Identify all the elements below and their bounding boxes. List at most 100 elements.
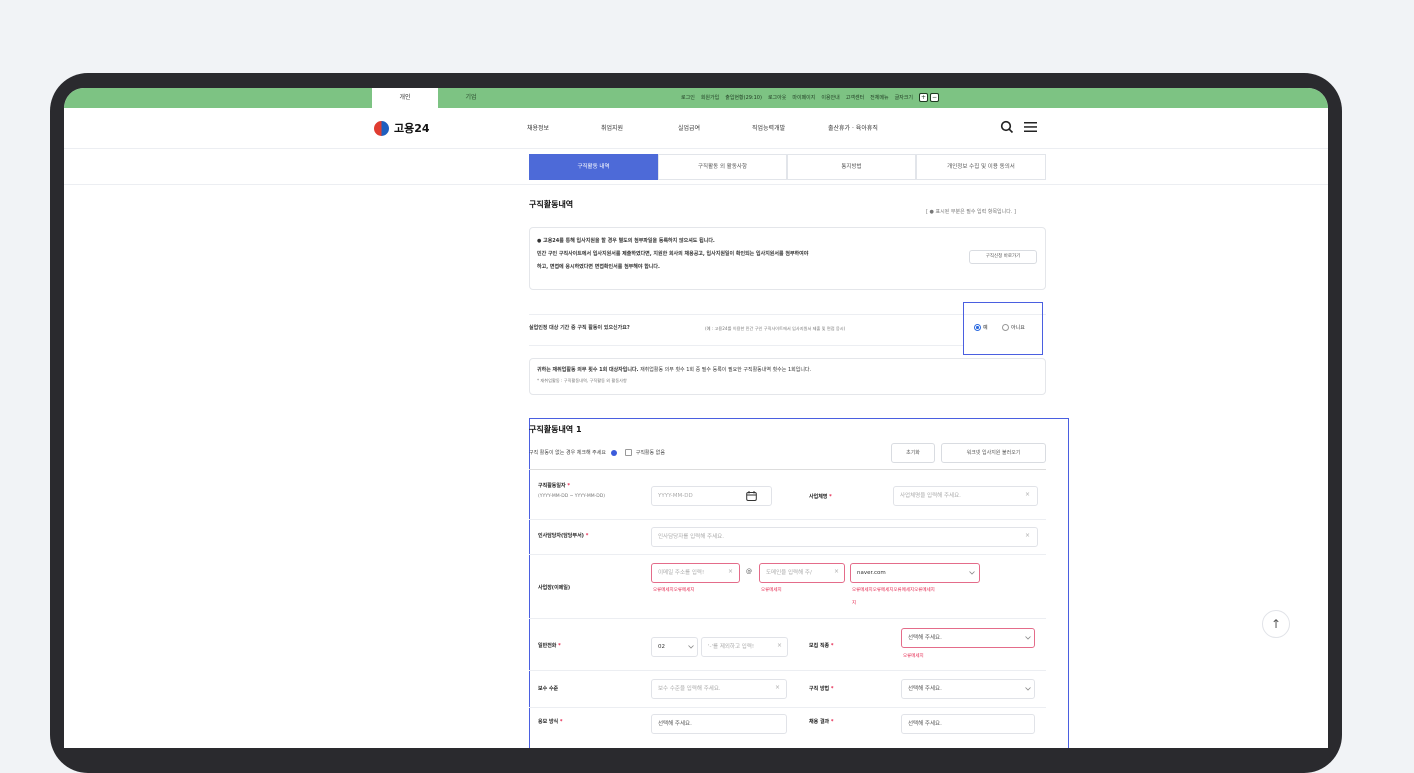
mypage-link[interactable]: 마이페이지 — [792, 88, 815, 108]
clear-icon[interactable]: × — [777, 642, 782, 649]
clear-icon[interactable]: × — [1025, 532, 1030, 539]
email-error-1: 오류메세지오류메세지 — [653, 588, 695, 593]
email-label: 사업장(이메일) — [538, 585, 571, 591]
clear-icon[interactable]: × — [1025, 491, 1030, 498]
utility-links: 로그인 회원가입 출입현황(29:10) 로그아웃 마이페이지 이용안내 고객센… — [681, 88, 939, 108]
nav-employment-support[interactable]: 취업지원 — [601, 121, 623, 136]
radio-no-label: 아니요 — [1011, 325, 1025, 331]
menu-icon[interactable] — [1024, 122, 1037, 132]
tab-job-search-history[interactable]: 구직활동 내역 — [529, 154, 658, 180]
divider — [529, 345, 963, 346]
logo-icon[interactable] — [374, 121, 389, 136]
chevron-down-icon[interactable] — [688, 645, 694, 649]
notice-box — [529, 358, 1046, 395]
info-line-2: 민간 구인 구직사이트에서 입사지원서를 제출하였다면, 지원한 회사의 채용공… — [537, 251, 809, 257]
chevron-down-icon[interactable] — [1025, 687, 1031, 691]
phone-number-input[interactable]: '-'를 제외하고 입력! — [701, 637, 788, 657]
radio-yes[interactable]: 예 — [974, 322, 988, 335]
session-timer: 출입현황(29:10) — [725, 95, 762, 101]
checkbox-label: 구직활동 없음 — [635, 450, 665, 456]
tab-privacy-consent[interactable]: 개인정보 수집 및 이용 동의서 — [916, 154, 1046, 180]
support-link[interactable]: 고객센터 — [846, 88, 864, 108]
radio-no[interactable]: 아니요 — [1002, 322, 1025, 335]
allmenu-link[interactable]: 전체메뉴 — [870, 88, 888, 108]
nav-skills[interactable]: 직업능력개발 — [752, 121, 785, 136]
tab-other-activities[interactable]: 구직활동 외 활동사항 — [658, 154, 787, 180]
tab-company[interactable]: 기업 — [438, 88, 504, 108]
section-title: 구직활동내역 — [529, 200, 574, 209]
chevron-down-icon[interactable] — [1025, 636, 1031, 640]
info-line-3: 하고, 면접에 응시하였다면 면접확인서를 첨부해야 합니다. — [537, 264, 660, 270]
email-domain-input[interactable]: 도메인을 입력해 주/ — [759, 563, 845, 583]
check-prompt: 구직 활동이 없는 경우 체크해 주세요 — [529, 450, 606, 456]
company-input[interactable]: 사업체명을 입력해 주세요. — [893, 486, 1038, 506]
hr-input[interactable]: 인사담당자를 입력해 주세요. — [651, 527, 1038, 547]
job-label: 모집 직종 * — [809, 643, 834, 649]
scroll-top-button[interactable]: ↑ — [1262, 610, 1290, 638]
divider — [529, 618, 1046, 619]
browser-screen: 개인 기업 로그인 회원가입 출입현황(29:10) 로그아웃 마이페이지 이용… — [64, 88, 1328, 748]
company-label: 사업체명 * — [809, 494, 832, 500]
clear-icon[interactable]: × — [834, 568, 839, 575]
radio-no-icon[interactable] — [1002, 324, 1009, 331]
calendar-icon[interactable] — [746, 491, 757, 501]
email-domain-select[interactable]: naver.com — [850, 563, 980, 583]
hiring-result-label: 채용 결과 * — [809, 719, 834, 725]
tab-personal[interactable]: 개인 — [372, 88, 438, 108]
login-link[interactable]: 로그인 — [681, 88, 695, 108]
salary-input[interactable]: 보수 수준을 입력해 주세요. — [651, 679, 787, 699]
load-worknet-button[interactable]: 워크넷 입사지원 불러오기 — [941, 443, 1046, 463]
divider — [529, 519, 1046, 520]
tab-notification-method[interactable]: 통지방법 — [787, 154, 916, 180]
font-decrease-button[interactable]: − — [929, 93, 939, 102]
info-line-1: ● 고용24를 통해 입사지원을 할 경우 별도의 첨부파일을 등록하지 않으셔… — [537, 238, 715, 244]
divider — [529, 707, 1046, 708]
nav-unemployment-benefit[interactable]: 실업급여 — [678, 121, 700, 136]
email-error-2: 오류메세지 — [761, 588, 782, 593]
notice-line-1: 귀하는 재취업활동 의무 횟수 1회 대상자입니다. 재취업활동 의무 횟수 1… — [537, 366, 811, 373]
apply-method-select[interactable]: 선택해 주세요. — [651, 714, 787, 734]
job-error: 오류메세지 — [903, 654, 924, 659]
guide-link[interactable]: 이용안내 — [821, 88, 839, 108]
notice-line-2: * 재취업활동 : 구직활동내역, 구직활동 외 활동사항 — [537, 378, 627, 383]
divider — [529, 554, 1046, 555]
required-note: [ ● 표시된 부분은 필수 입력 항목입니다. ] — [926, 209, 1016, 215]
method-label: 구직 방법 * — [809, 686, 834, 692]
email-error-3: 오류메세지오류메세지오류메세지오류메세지 — [852, 588, 935, 593]
question-example: (예 : 고용24를 이용한 민간 구인 구직사이트에서 입사지원서 제출 및 … — [705, 326, 846, 331]
font-increase-button[interactable]: + — [918, 93, 928, 102]
email-id-input[interactable]: 이메일 주소를 입력! — [651, 563, 740, 583]
radio-yes-icon[interactable] — [974, 324, 981, 331]
signup-link[interactable]: 회원가입 — [701, 88, 719, 108]
nav-jobs[interactable]: 채용정보 — [527, 121, 549, 136]
divider — [529, 469, 1046, 470]
clear-icon[interactable]: × — [775, 684, 780, 691]
email-error-3b: 지 — [852, 601, 857, 606]
no-activity-checkbox[interactable] — [625, 449, 633, 456]
method-select[interactable]: 선택해 주세요. — [901, 679, 1035, 699]
hr-label: 인사담당자(담당부서) * — [538, 533, 589, 539]
job-application-shortcut-button[interactable]: 구직신청 바로가기 — [969, 250, 1037, 264]
phone-label: 일반전화 * — [538, 643, 561, 649]
info-icon[interactable] — [610, 449, 617, 456]
record-check-row: 구직 활동이 없는 경우 체크해 주세요 구직활동 없음 — [529, 449, 665, 456]
reset-button[interactable]: 초기화 — [891, 443, 935, 463]
apply-method-label: 응모 방식 * — [538, 719, 563, 725]
date-format: (YYYY-MM-DD ~ YYYY-MM-DD) — [538, 494, 605, 499]
job-select[interactable]: 선택해 주세요. — [901, 628, 1035, 648]
logout-link[interactable]: 로그아웃 — [768, 88, 786, 108]
search-icon[interactable] — [1000, 120, 1014, 134]
salary-label: 보수 수준 — [538, 686, 559, 692]
nav-parental-leave[interactable]: 출산휴가 · 육아휴직 — [828, 121, 878, 136]
clear-icon[interactable]: × — [728, 568, 733, 575]
notice-line-1a: 귀하는 재취업활동 의무 횟수 1회 대상자입니다. — [537, 367, 639, 373]
hiring-result-select[interactable]: 선택해 주세요. — [901, 714, 1035, 734]
radio-yes-label: 예 — [983, 325, 988, 331]
font-size-label: 글자크기 — [894, 95, 913, 101]
logo-text[interactable]: 고용24 — [394, 121, 430, 136]
chevron-down-icon[interactable] — [969, 571, 975, 575]
notice-line-1b: 재취업활동 의무 횟수 1회 중 필수 등록이 필요한 구직활동내역 횟수는 1… — [640, 367, 812, 373]
date-label: 구직활동일자 * — [538, 483, 570, 489]
divider — [529, 670, 1046, 671]
record-title: 구직활동내역 1 — [529, 425, 582, 434]
